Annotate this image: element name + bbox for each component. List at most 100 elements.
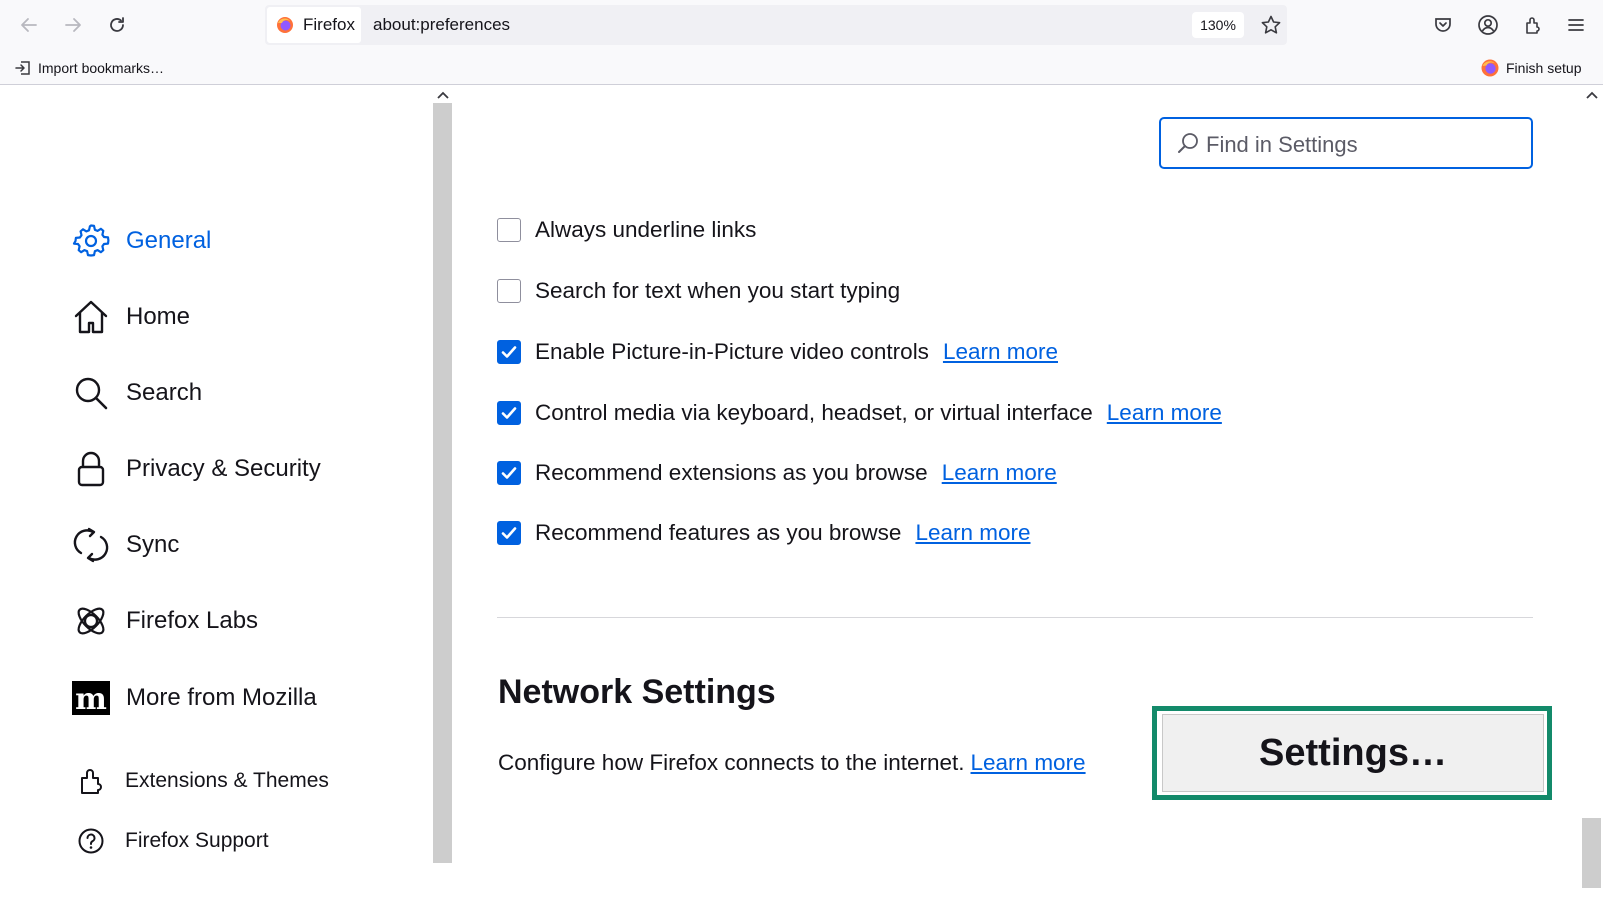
sync-icon (72, 526, 110, 564)
gear-icon (72, 222, 110, 260)
option-media-control: Control media via keyboard, headset, or … (497, 396, 1222, 430)
help-icon (72, 822, 110, 860)
bookmark-star-button[interactable] (1257, 11, 1285, 39)
option-label[interactable]: Recommend extensions as you browse (535, 460, 928, 486)
forward-arrow-icon (65, 18, 81, 32)
learn-more-link[interactable]: Learn more (915, 520, 1030, 546)
sidebar-item-label: More from Mozilla (126, 684, 317, 711)
import-bookmarks-button[interactable]: Import bookmarks… (14, 56, 164, 80)
option-search-when-typing: Search for text when you start typing (497, 274, 900, 308)
navigation-toolbar: Firefox about:preferences 130% (0, 0, 1603, 50)
sidebar-item-extensions-themes[interactable]: Extensions & Themes (72, 762, 329, 800)
find-in-settings-input[interactable]: Find in Settings (1159, 117, 1533, 169)
sidebar-scrollbar-thumb[interactable] (433, 103, 453, 863)
sidebar-item-general[interactable]: General (72, 222, 211, 260)
sidebar-item-home[interactable]: Home (72, 298, 190, 336)
sidebar-item-search[interactable]: Search (72, 374, 202, 412)
puzzle-icon (1526, 17, 1540, 34)
checkbox-checked[interactable] (497, 521, 521, 545)
url-text[interactable]: about:preferences (373, 15, 510, 35)
import-bookmarks-label: Import bookmarks… (38, 60, 165, 76)
checkbox[interactable] (497, 279, 521, 303)
search-icon (72, 374, 110, 412)
firefox-logo-icon (277, 17, 293, 33)
option-recommend-extensions: Recommend extensions as you browse Learn… (497, 456, 1057, 490)
categories-sidebar (0, 85, 432, 918)
main-scrollbar[interactable] (1580, 85, 1603, 898)
scroll-up-arrow-icon[interactable] (434, 88, 452, 102)
atom-icon (72, 602, 110, 640)
option-always-underline-links: Always underline links (497, 213, 756, 247)
option-label[interactable]: Enable Picture-in-Picture video controls (535, 339, 929, 365)
sidebar-item-label: Privacy & Security (126, 455, 321, 482)
extensions-button[interactable] (1516, 8, 1550, 42)
home-icon (72, 298, 110, 336)
option-label[interactable]: Always underline links (535, 217, 756, 243)
account-button[interactable] (1471, 8, 1505, 42)
sidebar-item-sync[interactable]: Sync (72, 526, 179, 564)
checkbox-checked[interactable] (497, 461, 521, 485)
learn-more-link[interactable]: Learn more (1107, 400, 1222, 426)
learn-more-link[interactable]: Learn more (943, 339, 1058, 365)
sidebar-item-firefox-labs[interactable]: Firefox Labs (72, 602, 258, 640)
checkbox[interactable] (497, 218, 521, 242)
option-recommend-features: Recommend features as you browse Learn m… (497, 516, 1031, 550)
search-placeholder: Find in Settings (1206, 132, 1358, 157)
finish-setup-button[interactable]: Finish setup (1480, 56, 1581, 80)
checkmark-icon (501, 407, 517, 419)
sidebar-item-label: General (126, 227, 212, 254)
sidebar-item-label: Firefox Support (125, 829, 269, 852)
reload-icon (110, 17, 124, 32)
learn-more-link[interactable]: Learn more (971, 750, 1086, 775)
puzzle-icon (72, 762, 110, 800)
sidebar-item-label: Firefox Labs (126, 607, 259, 634)
network-settings-description: Configure how Firefox connects to the in… (498, 750, 1086, 776)
firefox-logo-icon (1481, 59, 1499, 77)
sidebar-item-label: Extensions & Themes (125, 769, 329, 792)
zoom-indicator[interactable]: 130% (1192, 12, 1244, 38)
star-icon (1261, 15, 1281, 34)
main-scrollbar-thumb[interactable] (1582, 818, 1601, 888)
svg-text:m: m (75, 682, 107, 717)
lock-icon (72, 450, 110, 488)
sidebar-item-firefox-support[interactable]: Firefox Support (72, 822, 269, 860)
back-arrow-icon (21, 18, 37, 32)
search-icon (1178, 133, 1198, 153)
url-bar[interactable]: Firefox about:preferences 130% (265, 5, 1287, 45)
checkmark-icon (501, 346, 517, 358)
network-settings-heading: Network Settings (498, 673, 776, 711)
option-label[interactable]: Search for text when you start typing (535, 278, 900, 304)
app-menu-button[interactable] (1559, 8, 1593, 42)
reload-button[interactable] (100, 8, 134, 42)
scroll-up-arrow-icon[interactable] (1583, 88, 1601, 102)
option-label[interactable]: Recommend features as you browse (535, 520, 901, 546)
learn-more-link[interactable]: Learn more (942, 460, 1057, 486)
mozilla-m-icon: m (72, 679, 110, 717)
window-bottom-edge (0, 898, 1603, 918)
bookmarks-toolbar: Import bookmarks… Finish setup (0, 50, 1603, 85)
checkbox-checked[interactable] (497, 401, 521, 425)
finish-setup-label: Finish setup (1506, 60, 1582, 76)
checkmark-icon (501, 467, 517, 479)
identity-label: Firefox (303, 15, 355, 34)
section-divider (497, 617, 1533, 618)
pocket-icon (1435, 18, 1451, 32)
network-description-text: Configure how Firefox connects to the in… (498, 750, 965, 775)
import-icon (15, 61, 30, 75)
checkbox-checked[interactable] (497, 340, 521, 364)
sidebar-item-label: Sync (126, 531, 180, 558)
connection-settings-button[interactable]: Settings… (1162, 714, 1544, 792)
back-button[interactable] (12, 8, 46, 42)
pocket-button[interactable] (1426, 8, 1460, 42)
sidebar-item-label: Search (126, 379, 203, 406)
hamburger-menu-icon (1568, 19, 1584, 31)
sidebar-item-more-from-mozilla[interactable]: m More from Mozilla (72, 679, 317, 717)
sidebar-item-label: Home (126, 303, 191, 330)
identity-box[interactable]: Firefox (267, 7, 361, 43)
checkmark-icon (501, 527, 517, 539)
account-icon (1478, 15, 1498, 35)
option-label[interactable]: Control media via keyboard, headset, or … (535, 400, 1093, 426)
sidebar-item-privacy-security[interactable]: Privacy & Security (72, 450, 321, 488)
forward-button[interactable] (56, 8, 90, 42)
option-picture-in-picture: Enable Picture-in-Picture video controls… (497, 335, 1058, 369)
